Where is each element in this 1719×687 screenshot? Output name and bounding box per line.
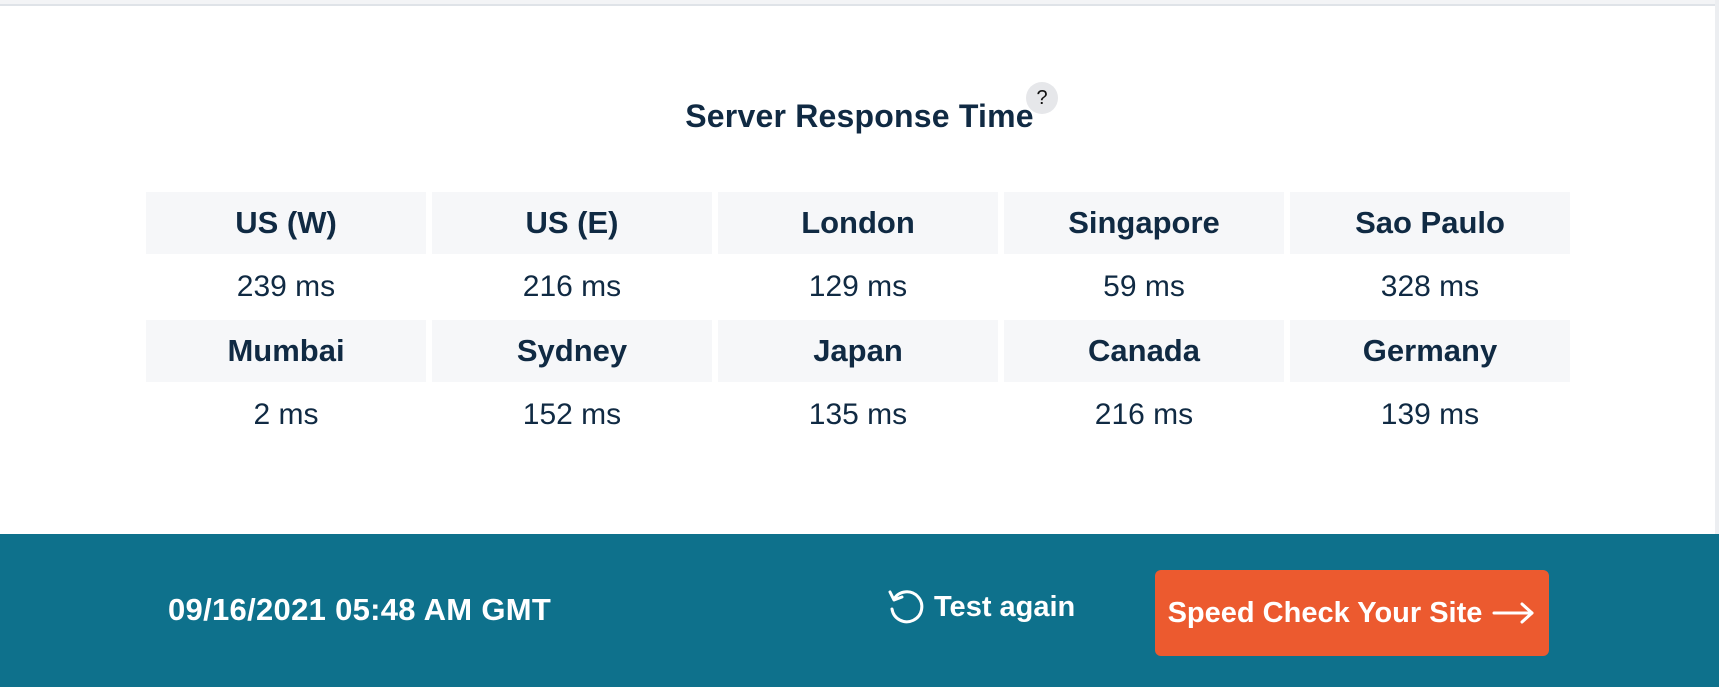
test-again-label: Test again (934, 590, 1076, 623)
location-name-sydney: Sydney (432, 320, 712, 382)
test-again-button[interactable]: Test again (884, 584, 1075, 630)
response-time-japan: 135 ms (808, 398, 908, 431)
title-wrap: Server Response Time (0, 98, 1719, 135)
page: Server Response Time ? US (W) US (E) Lon… (0, 0, 1719, 687)
help-icon[interactable]: ? (1026, 82, 1058, 114)
speed-check-button[interactable]: Speed Check Your Site (1155, 570, 1549, 656)
location-name-us-e: US (E) (432, 192, 712, 254)
speed-check-label: Speed Check Your Site (1167, 596, 1483, 629)
response-time-canada: 216 ms (1094, 398, 1194, 431)
location-name-japan: Japan (718, 320, 998, 382)
arrow-right-icon (1492, 601, 1536, 625)
response-time-sao-paulo: 328 ms (1380, 270, 1480, 303)
location-name-canada: Canada (1004, 320, 1284, 382)
response-time-germany: 139 ms (1380, 398, 1480, 431)
response-time-mumbai: 2 ms (253, 398, 319, 431)
right-divider (1715, 0, 1719, 534)
location-name-london: London (718, 192, 998, 254)
location-name-germany: Germany (1290, 320, 1570, 382)
section-title: Server Response Time (685, 98, 1034, 134)
location-name-sao-paulo: Sao Paulo (1290, 192, 1570, 254)
location-name-singapore: Singapore (1004, 192, 1284, 254)
response-time-singapore: 59 ms (1103, 270, 1185, 303)
response-time-us-e: 216 ms (522, 270, 622, 303)
location-name-mumbai: Mumbai (146, 320, 426, 382)
test-timestamp: 09/16/2021 05:48 AM GMT (168, 592, 552, 627)
refresh-icon (884, 585, 928, 629)
location-name-us-w: US (W) (146, 192, 426, 254)
results-footer: 09/16/2021 05:48 AM GMT Test again Speed… (0, 534, 1719, 687)
response-time-grid: US (W) US (E) London Singapore Sao Paulo… (146, 192, 1570, 448)
response-time-london: 129 ms (808, 270, 908, 303)
response-time-us-w: 239 ms (236, 270, 336, 303)
response-time-sydney: 152 ms (522, 398, 622, 431)
